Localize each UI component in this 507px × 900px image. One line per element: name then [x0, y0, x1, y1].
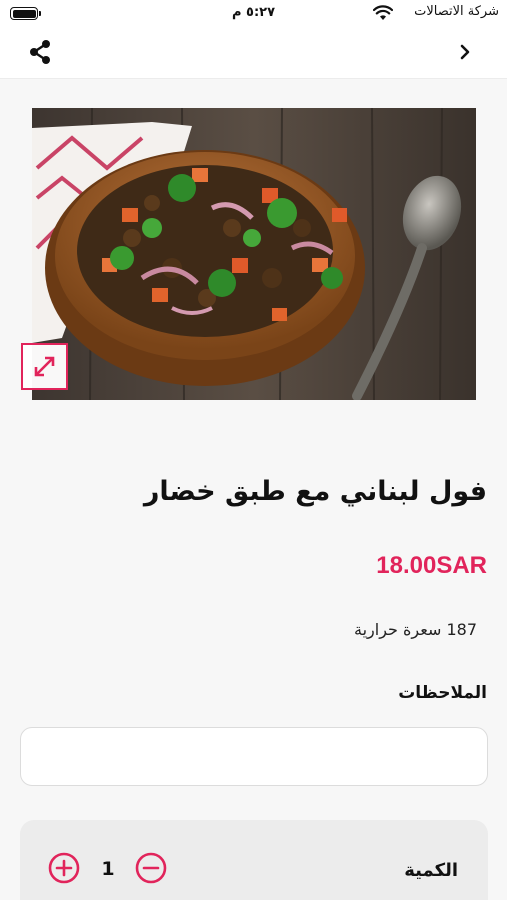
product-title: فول لبناني مع طبق خضار — [143, 476, 487, 507]
product-image — [32, 108, 476, 400]
food-photo — [32, 108, 476, 400]
plus-icon[interactable] — [48, 852, 80, 884]
quantity-value: 1 — [101, 858, 115, 880]
notes-label: الملاحظات — [398, 683, 487, 703]
minus-icon[interactable] — [135, 852, 167, 884]
product-price: 18.00SAR — [376, 552, 487, 579]
quantity-panel: 1 الكمية — [20, 820, 488, 900]
quantity-label: الكمية — [404, 860, 458, 881]
notes-input[interactable] — [20, 727, 488, 786]
expand-image-button[interactable] — [21, 343, 68, 390]
expand-icon — [34, 356, 55, 377]
calories-text: 187 سعرة حرارية — [354, 620, 477, 639]
top-nav — [0, 26, 507, 79]
chevron-right-icon[interactable] — [457, 40, 473, 64]
status-bar: ٥:٢٧ م شركة الاتصالات — [0, 0, 507, 26]
share-icon[interactable] — [26, 38, 54, 66]
wifi-icon — [373, 5, 393, 20]
carrier-name: شركة الاتصالات — [414, 4, 499, 19]
